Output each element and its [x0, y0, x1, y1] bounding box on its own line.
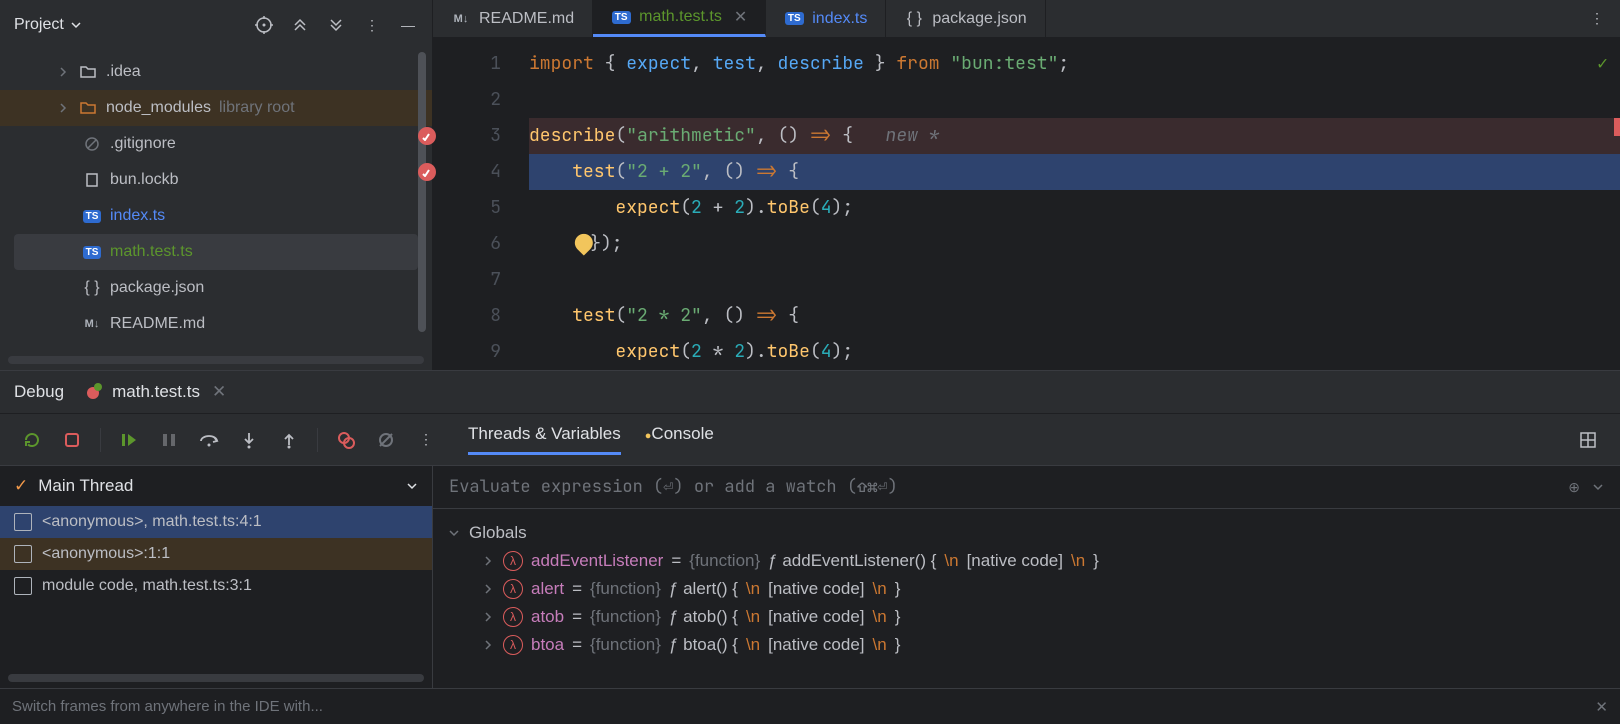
- error-stripe[interactable]: [1614, 118, 1620, 136]
- file-item[interactable]: TSmath.test.ts: [14, 234, 418, 270]
- folder-item[interactable]: .idea: [0, 54, 432, 90]
- folder-item[interactable]: node_modules library root: [0, 90, 432, 126]
- debug-label: Debug: [14, 382, 64, 402]
- file-item[interactable]: bun.lockb: [0, 162, 432, 198]
- tab-threads-variables[interactable]: Threads & Variables: [468, 424, 621, 455]
- editor-tab[interactable]: TSmath.test.ts✕: [593, 0, 766, 37]
- file-tree[interactable]: .ideanode_modules library root.gitignore…: [0, 50, 432, 370]
- minimize-icon[interactable]: —: [398, 15, 418, 35]
- editor-tabs: M↓README.mdTSmath.test.ts✕TSindex.ts{ }p…: [433, 0, 1620, 38]
- chevron-down-icon: [406, 480, 418, 492]
- view-breakpoints-button[interactable]: [328, 422, 364, 458]
- variable-row[interactable]: λaddEventListener = {function} ƒ addEven…: [447, 547, 1606, 575]
- debug-tool-window-header: Debug math.test.ts ✕: [0, 370, 1620, 414]
- status-text: Switch frames from anywhere in the IDE w…: [12, 698, 323, 715]
- mute-breakpoints-button[interactable]: [368, 422, 404, 458]
- more-icon[interactable]: ⋮: [1574, 10, 1620, 27]
- stop-button[interactable]: [54, 422, 90, 458]
- step-into-button[interactable]: [231, 422, 267, 458]
- file-item[interactable]: TSindex.ts: [0, 198, 432, 234]
- pause-button[interactable]: [151, 422, 187, 458]
- editor-area: M↓README.mdTSmath.test.ts✕TSindex.ts{ }p…: [433, 0, 1620, 370]
- file-item[interactable]: .gitignore: [0, 126, 432, 162]
- layout-icon[interactable]: [1570, 422, 1606, 458]
- chevron-down-icon: [447, 527, 461, 539]
- globals-node[interactable]: Globals: [447, 519, 1606, 547]
- code-editor[interactable]: 123456789 import { expect, test, describ…: [433, 38, 1620, 370]
- close-icon[interactable]: ✕: [212, 382, 226, 402]
- rerun-button[interactable]: [14, 422, 50, 458]
- stack-frame[interactable]: <anonymous>, math.test.ts:4:1: [0, 506, 432, 538]
- expand-up-icon[interactable]: [290, 15, 310, 35]
- project-sidebar: Project ⋮ — .ideanode_modules library ro…: [0, 0, 433, 370]
- gutter[interactable]: 123456789: [433, 38, 519, 370]
- tab-console[interactable]: ●Console: [645, 424, 714, 455]
- editor-tab[interactable]: { }package.json: [886, 0, 1045, 37]
- add-watch-icon[interactable]: ⊕: [1568, 479, 1580, 496]
- stack-frame[interactable]: <anonymous>:1:1: [0, 538, 432, 570]
- close-icon[interactable]: ✕: [734, 7, 747, 27]
- check-ok-icon: ✓: [1597, 52, 1608, 75]
- file-item[interactable]: M↓README.md: [0, 306, 432, 342]
- project-title[interactable]: Project: [14, 16, 82, 34]
- more-icon[interactable]: ⋮: [362, 15, 382, 35]
- threads-panel: ✓ Main Thread <anonymous>, math.test.ts:…: [0, 466, 433, 688]
- debug-more-icon[interactable]: ⋮: [408, 422, 444, 458]
- target-icon[interactable]: [254, 15, 274, 35]
- scrollbar-h[interactable]: [8, 356, 424, 364]
- variable-row[interactable]: λalert = {function} ƒ alert() {\n [nativ…: [447, 575, 1606, 603]
- variables-tree[interactable]: Globals λaddEventListener = {function} ƒ…: [433, 509, 1620, 688]
- variables-panel: Evaluate expression (⏎) or add a watch (…: [433, 466, 1620, 688]
- variable-row[interactable]: λatob = {function} ƒ atob() {\n [native …: [447, 603, 1606, 631]
- close-icon[interactable]: ✕: [1595, 698, 1608, 716]
- debug-session-tab[interactable]: math.test.ts ✕: [82, 381, 226, 403]
- scrollbar-h[interactable]: [8, 674, 424, 682]
- code-lines[interactable]: import { expect, test, describe } from "…: [519, 38, 1620, 370]
- variable-row[interactable]: λbtoa = {function} ƒ btoa() {\n [native …: [447, 631, 1606, 659]
- frames-list[interactable]: <anonymous>, math.test.ts:4:1<anonymous>…: [0, 506, 432, 688]
- debug-panel: ⋮ Threads & Variables ●Console ✓ Main Th…: [0, 414, 1620, 688]
- scrollbar-v[interactable]: [418, 52, 426, 332]
- status-bar: Switch frames from anywhere in the IDE w…: [0, 688, 1620, 724]
- resume-button[interactable]: [111, 422, 147, 458]
- thread-selector[interactable]: ✓ Main Thread: [0, 466, 432, 506]
- step-out-button[interactable]: [271, 422, 307, 458]
- watch-input[interactable]: Evaluate expression (⏎) or add a watch (…: [433, 466, 1620, 509]
- collapse-down-icon[interactable]: [326, 15, 346, 35]
- step-over-button[interactable]: [191, 422, 227, 458]
- chevron-down-icon[interactable]: [1592, 481, 1604, 493]
- editor-tab[interactable]: TSindex.ts: [766, 0, 886, 37]
- chevron-down-icon: [70, 19, 82, 31]
- file-item[interactable]: { }package.json: [0, 270, 432, 306]
- editor-tab[interactable]: M↓README.md: [433, 0, 593, 37]
- stack-frame[interactable]: module code, math.test.ts:3:1: [0, 570, 432, 602]
- bug-icon: [82, 381, 104, 403]
